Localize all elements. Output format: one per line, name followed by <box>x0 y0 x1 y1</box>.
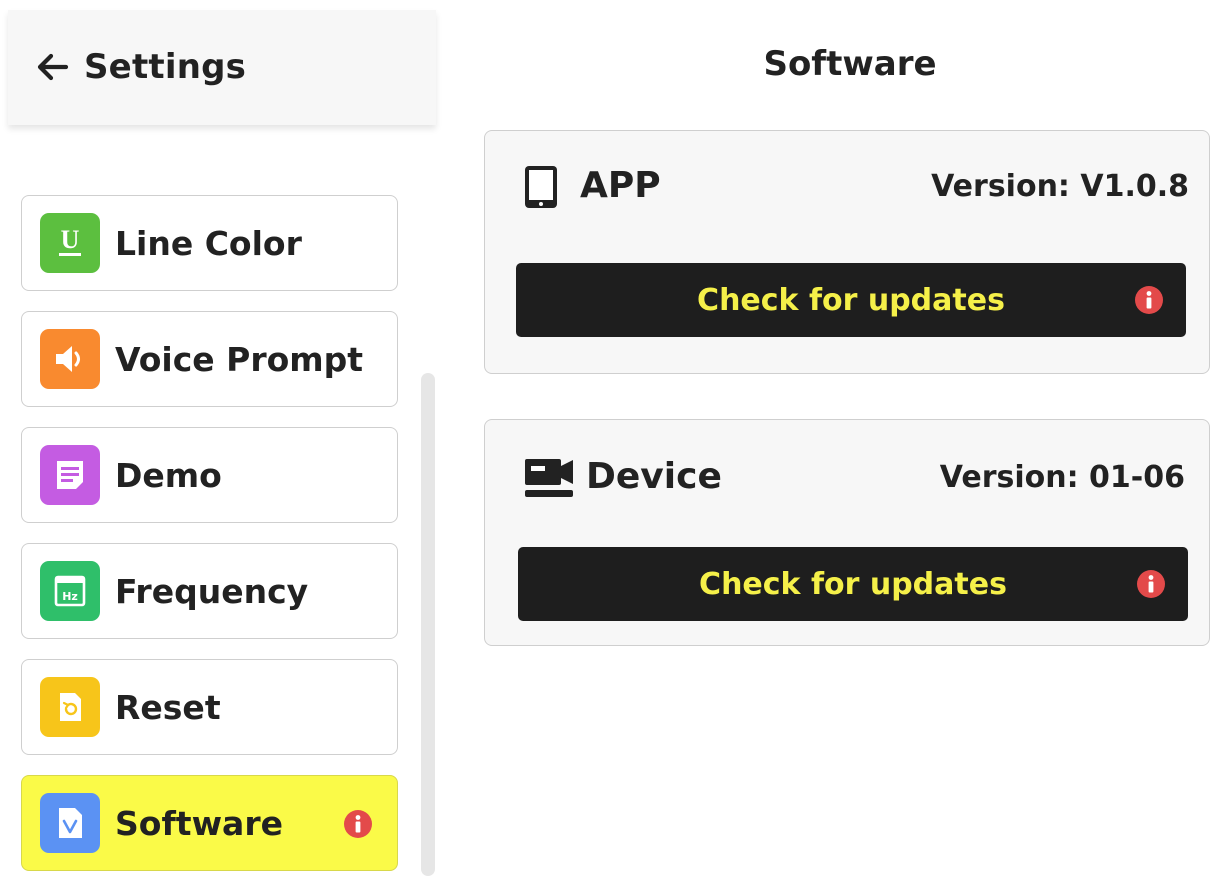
device-icon <box>525 459 573 497</box>
card-name: APP <box>580 165 661 206</box>
device-version: Version: 01-06 <box>939 460 1185 495</box>
button-label: Check for updates <box>697 282 1005 318</box>
info-badge-icon <box>344 810 372 838</box>
arrow-left-icon <box>37 53 69 81</box>
button-label: Check for updates <box>699 566 1007 602</box>
menu-item-line-color[interactable]: U Line Color <box>21 195 398 291</box>
software-icon <box>40 793 100 853</box>
menu-item-label: Voice Prompt <box>115 339 364 379</box>
menu-item-label: Demo <box>115 455 222 495</box>
back-button[interactable]: Settings <box>32 44 246 90</box>
svg-text:U: U <box>61 225 80 254</box>
app-version: Version: V1.0.8 <box>931 169 1189 204</box>
info-badge-icon <box>1137 570 1165 598</box>
app-card: APP Version: V1.0.8 Check for updates <box>484 130 1210 374</box>
page-title: Software <box>763 44 937 84</box>
device-card: Device Version: 01-06 Check for updates <box>484 419 1210 646</box>
menu-item-software[interactable]: Software <box>21 775 398 871</box>
left-header: Settings <box>8 10 436 125</box>
frequency-hz-icon: Hz <box>40 561 100 621</box>
menu-item-label: Software <box>115 803 283 843</box>
menu-item-label: Reset <box>115 687 221 727</box>
back-label: Settings <box>84 47 247 87</box>
app-check-updates-button[interactable]: Check for updates <box>516 263 1186 337</box>
reset-icon <box>40 677 100 737</box>
menu-item-frequency[interactable]: Hz Frequency <box>21 543 398 639</box>
tablet-icon <box>525 166 557 208</box>
speaker-icon <box>40 329 100 389</box>
info-badge-icon <box>1135 286 1163 314</box>
menu-scrollbar[interactable] <box>421 373 435 876</box>
menu-item-label: Line Color <box>115 223 302 263</box>
menu-item-label: Frequency <box>115 571 309 611</box>
device-check-updates-button[interactable]: Check for updates <box>518 547 1188 621</box>
underline-icon: U <box>40 213 100 273</box>
document-icon <box>40 445 100 505</box>
card-name: Device <box>586 456 722 497</box>
menu-item-reset[interactable]: Reset <box>21 659 398 755</box>
menu-item-voice-prompt[interactable]: Voice Prompt <box>21 311 398 407</box>
svg-text:Hz: Hz <box>62 590 78 603</box>
menu-item-demo[interactable]: Demo <box>21 427 398 523</box>
